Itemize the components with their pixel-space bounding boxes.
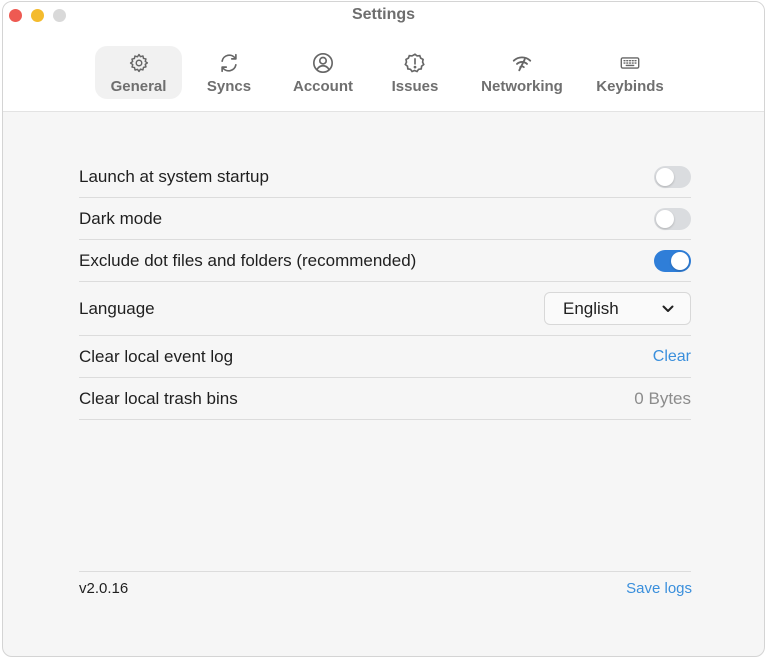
tab-issues[interactable]: Issues	[387, 46, 443, 99]
chevron-down-icon	[662, 300, 674, 318]
setting-clear-event-log: Clear local event log Clear	[79, 336, 691, 378]
user-circle-icon	[312, 52, 334, 74]
setting-label: Exclude dot files and folders (recommend…	[79, 250, 417, 270]
tab-label: Account	[293, 78, 353, 95]
sync-icon	[218, 52, 240, 74]
launch-startup-toggle[interactable]	[654, 165, 691, 188]
setting-language: Language English	[79, 282, 691, 336]
clear-event-log-button[interactable]: Clear	[653, 348, 691, 366]
wifi-icon	[511, 52, 533, 74]
tab-account[interactable]: Account	[287, 46, 359, 99]
tab-syncs[interactable]: Syncs	[199, 46, 259, 99]
setting-label: Clear local trash bins	[79, 388, 238, 408]
setting-label: Launch at system startup	[79, 166, 269, 186]
setting-label: Language	[79, 298, 155, 318]
setting-exclude-dot-files: Exclude dot files and folders (recommend…	[79, 240, 691, 282]
keyboard-icon	[619, 52, 641, 74]
save-logs-button[interactable]: Save logs	[626, 580, 692, 597]
trash-size-value: 0 Bytes	[634, 388, 691, 408]
setting-launch-startup: Launch at system startup	[79, 156, 691, 198]
toggle-knob	[656, 209, 674, 228]
toggle-knob	[671, 251, 689, 270]
alert-icon	[404, 52, 426, 74]
tab-label: Keybinds	[596, 78, 664, 95]
tab-label: Networking	[481, 78, 563, 95]
setting-clear-trash: Clear local trash bins 0 Bytes	[79, 378, 691, 420]
tab-networking[interactable]: Networking	[477, 46, 567, 99]
tab-keybinds[interactable]: Keybinds	[593, 46, 667, 99]
settings-list: Launch at system startup Dark mode Exclu…	[79, 156, 691, 420]
setting-label: Clear local event log	[79, 346, 234, 366]
settings-window: Settings General Syncs Account Issues Ne…	[2, 1, 765, 657]
window-title: Settings	[351, 6, 416, 23]
tab-label: Issues	[391, 78, 439, 95]
gear-icon	[128, 52, 150, 74]
tab-label: Syncs	[206, 78, 252, 95]
tab-general[interactable]: General	[95, 46, 182, 99]
footer-divider	[79, 571, 691, 572]
language-value: English	[563, 298, 619, 318]
language-select[interactable]: English	[544, 292, 691, 325]
dark-mode-toggle[interactable]	[654, 207, 691, 230]
toolbar: Settings General Syncs Account Issues Ne…	[3, 2, 764, 112]
setting-label: Dark mode	[79, 208, 163, 228]
tab-label: General	[110, 78, 167, 95]
toggle-knob	[656, 167, 674, 186]
exclude-dot-files-toggle[interactable]	[654, 249, 691, 272]
setting-dark-mode: Dark mode	[79, 198, 691, 240]
version-label: v2.0.16	[79, 580, 129, 597]
